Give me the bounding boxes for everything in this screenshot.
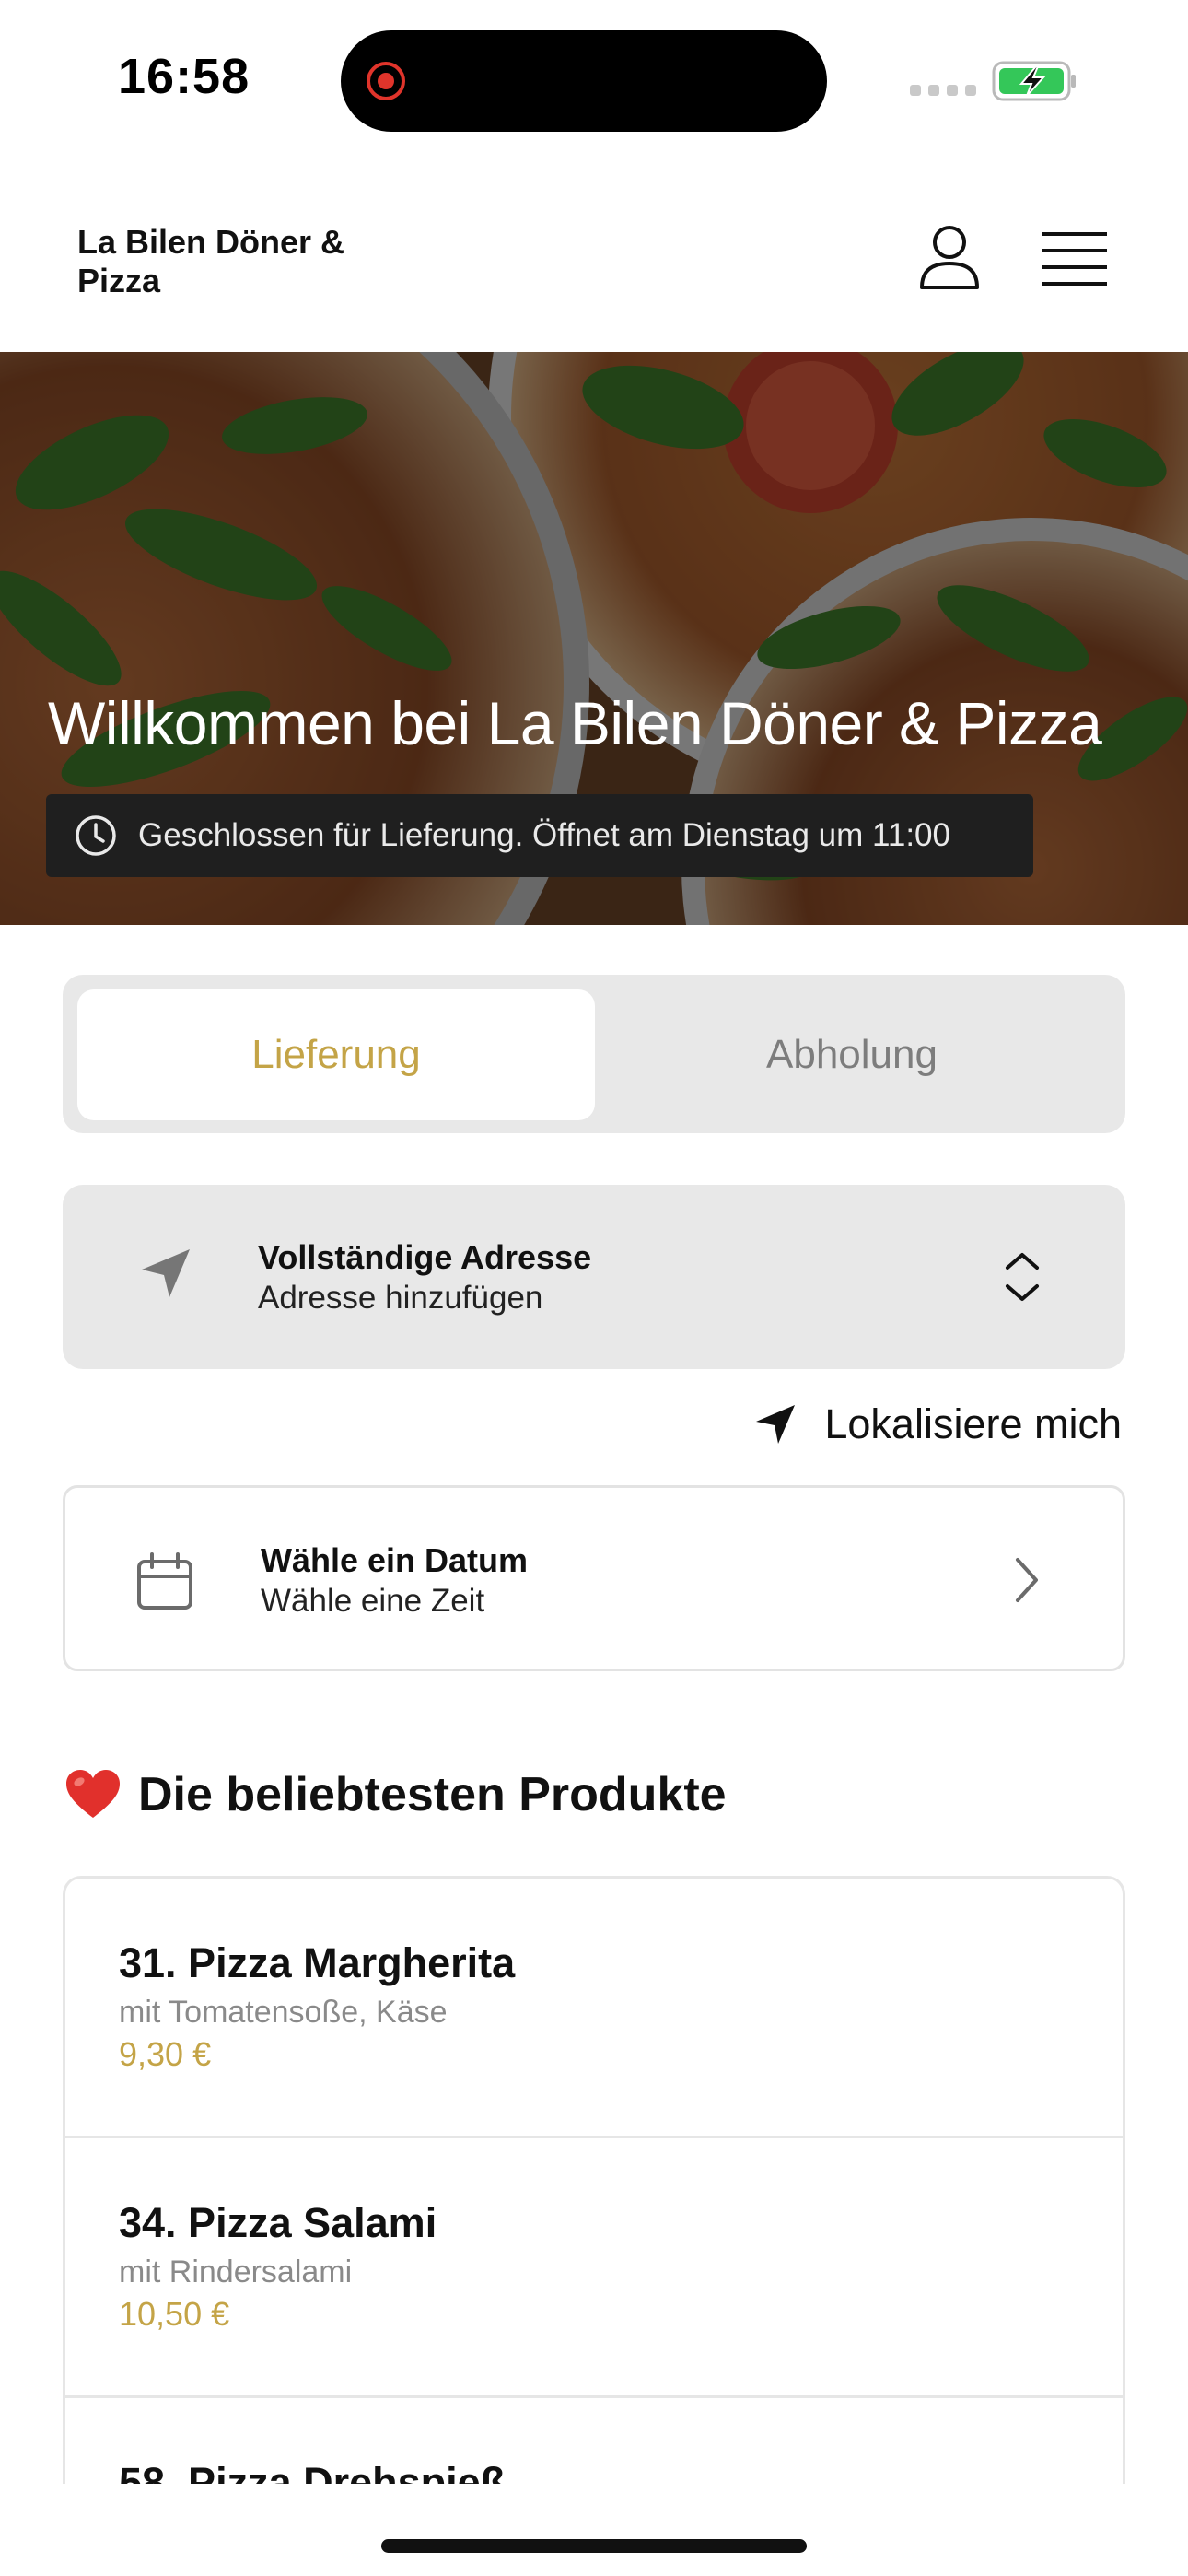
product-name: 34. Pizza Salami [119, 2199, 437, 2246]
address-title: Vollständige Adresse [258, 1238, 592, 1276]
calendar-icon [137, 1552, 192, 1610]
order-mode-toggle: Lieferung Abholung [63, 975, 1125, 1133]
chevron-up-down-icon [1006, 1253, 1039, 1301]
date-title: Wähle ein Datum [261, 1541, 529, 1579]
home-indicator[interactable] [381, 2539, 807, 2553]
battery-charging-icon [992, 61, 1076, 101]
product-card[interactable]: 31. Pizza Margherita mit Tomatensoße, Kä… [65, 1879, 1123, 2138]
product-card[interactable]: 34. Pizza Salami mit Rindersalami 10,50 … [65, 2138, 1123, 2398]
product-card[interactable]: 58. Pizza Drehspieß [65, 2398, 1123, 2484]
chevron-right-icon [1016, 1558, 1038, 1602]
app-header: La Bilen Döner & Pizza [0, 157, 1188, 352]
locate-me-button[interactable]: Lokalisiere mich [754, 1400, 1122, 1448]
popular-products-heading: Die beliebtesten Produkte [64, 1767, 727, 1822]
tab-pickup[interactable]: Abholung [593, 989, 1111, 1120]
locate-me-label: Lokalisiere mich [824, 1400, 1122, 1447]
product-name: 58. Pizza Drehspieß [119, 2459, 507, 2484]
address-selector[interactable]: Vollständige Adresse Adresse hinzufügen [63, 1185, 1125, 1369]
brand-name[interactable]: La Bilen Döner & Pizza [77, 223, 381, 300]
popular-products-title: Die beliebtesten Produkte [138, 1768, 727, 1821]
date-time-selector[interactable]: Wähle ein Datum Wähle eine Zeit [63, 1485, 1125, 1671]
product-description: mit Rindersalami [119, 2254, 353, 2289]
status-time: 16:58 [118, 49, 250, 104]
dynamic-island [341, 30, 827, 132]
time-subtitle: Wähle eine Zeit [261, 1583, 485, 1619]
address-subtitle: Adresse hinzufügen [258, 1280, 543, 1316]
product-description: mit Tomatensoße, Käse [119, 1995, 448, 2030]
hero-banner: Willkommen bei La Bilen Döner & Pizza Ge… [0, 352, 1188, 925]
opening-status-text: Geschlossen für Lieferung. Öffnet am Die… [138, 817, 950, 853]
product-name: 31. Pizza Margherita [119, 1939, 516, 1986]
product-price: 10,50 € [119, 2295, 230, 2333]
signal-icon [910, 85, 976, 96]
heart-icon [66, 1770, 120, 1818]
product-price: 9,30 € [119, 2035, 212, 2073]
user-icon[interactable] [915, 223, 984, 291]
tab-delivery[interactable]: Lieferung [77, 989, 595, 1120]
location-arrow-icon [142, 1249, 190, 1297]
hero-title: Willkommen bei La Bilen Döner & Pizza [48, 689, 1102, 757]
location-arrow-icon [756, 1405, 796, 1444]
menu-icon[interactable] [1039, 227, 1111, 291]
recording-icon [367, 62, 405, 100]
opening-status-badge: Geschlossen für Lieferung. Öffnet am Die… [46, 794, 1033, 877]
status-bar: 16:58 [0, 0, 1188, 157]
product-list: 31. Pizza Margherita mit Tomatensoße, Kä… [63, 1876, 1125, 2484]
clock-icon [76, 815, 116, 856]
